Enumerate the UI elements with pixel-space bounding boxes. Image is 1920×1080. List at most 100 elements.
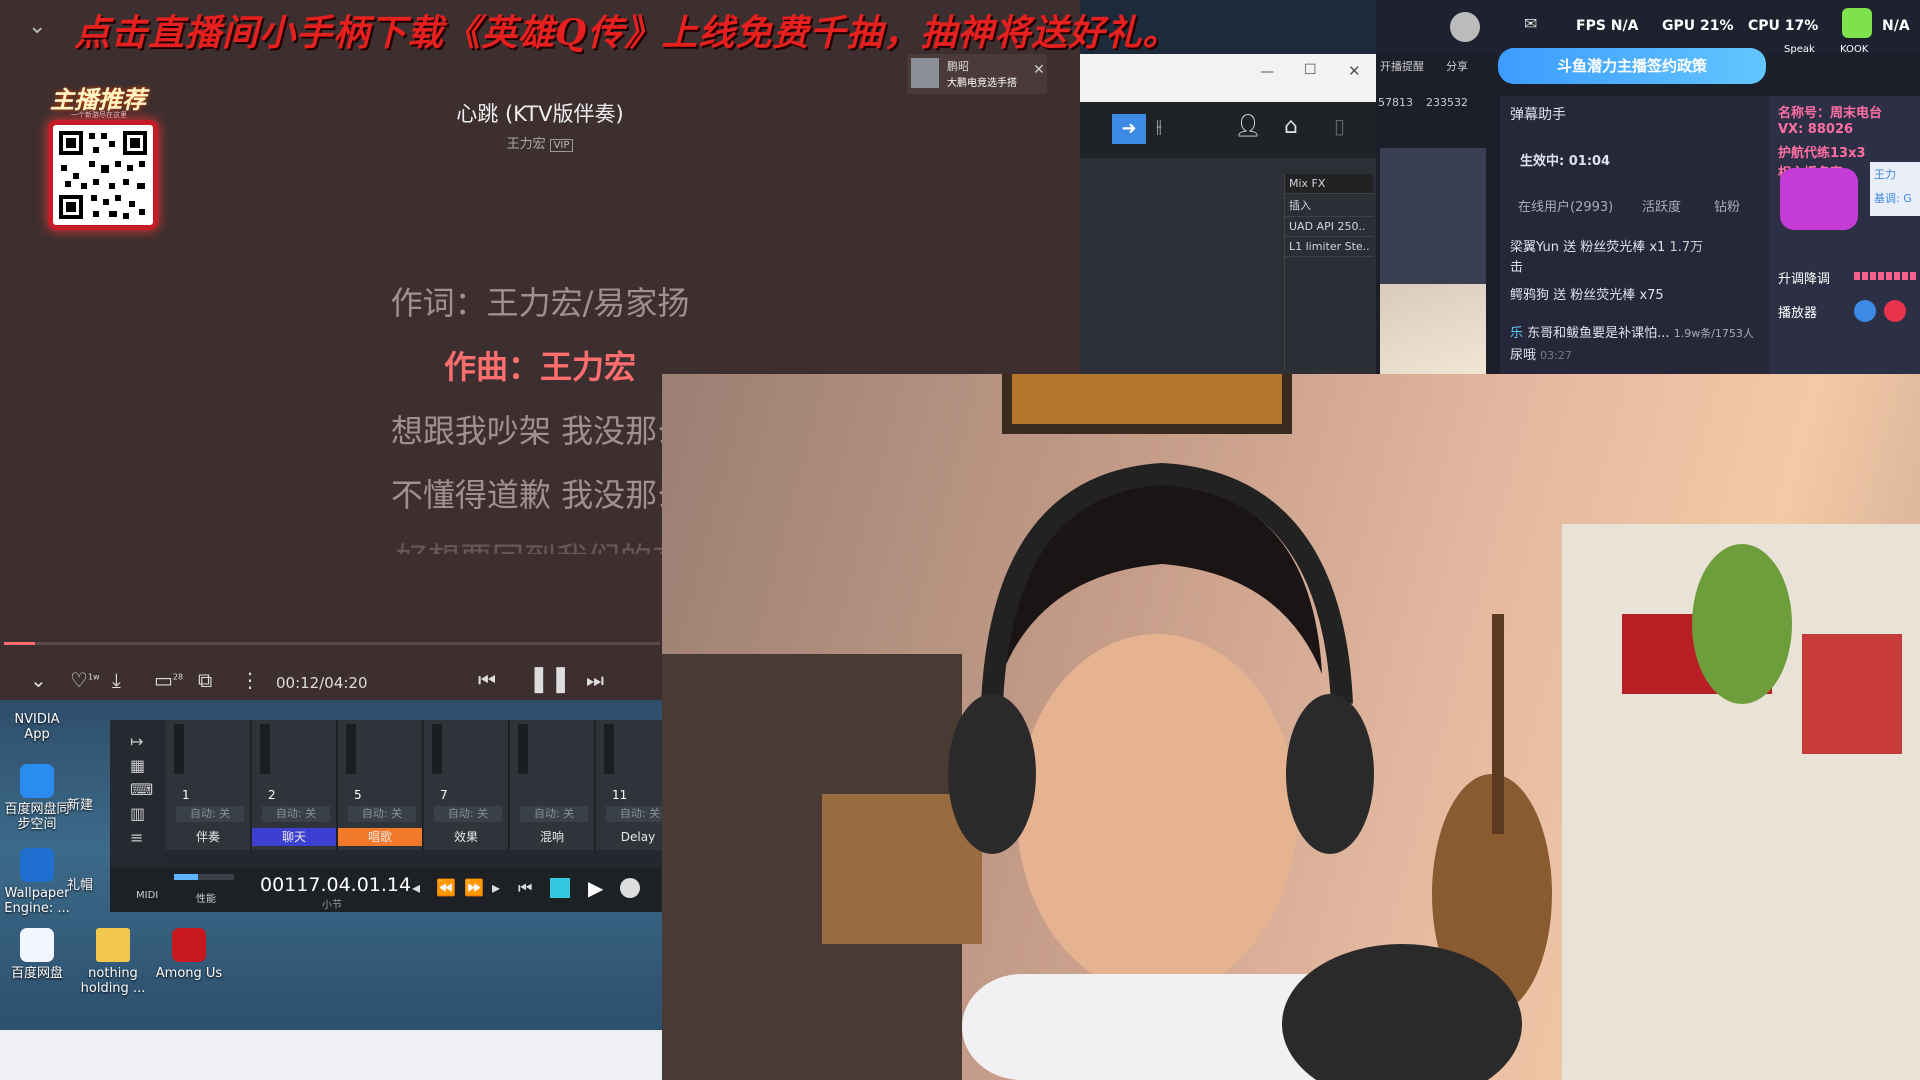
play-icon[interactable]: ▶ (588, 876, 603, 900)
menu-icon[interactable]: ≡ (130, 828, 143, 847)
avatar[interactable] (1450, 12, 1480, 42)
maximize-icon[interactable]: ☐ (1304, 62, 1317, 78)
viewer-count: 57813 (1378, 96, 1413, 109)
remind-button[interactable]: 开播提醒 (1380, 58, 1424, 74)
key-info-box: 王力 基调: G (1870, 162, 1920, 216)
message-icon[interactable]: ✉ (1524, 14, 1537, 33)
kugou-icon[interactable] (1854, 300, 1876, 322)
grid-icon[interactable]: ▦ (130, 756, 145, 775)
close-icon[interactable]: ✕ (1348, 62, 1361, 80)
go-to-start-icon[interactable]: ⏮ (518, 878, 532, 898)
desktop-icon-label: 礼帽 (66, 878, 93, 893)
minimize-icon[interactable]: — (1260, 64, 1274, 80)
user-icon[interactable]: 👤︎ (1234, 114, 1262, 139)
performance-meter (174, 874, 234, 880)
desktop-icon-among-us[interactable]: Among Us (152, 928, 226, 981)
comment-icon[interactable]: ▭28 (154, 668, 183, 692)
fast-forward-icon[interactable]: ⏩ (464, 878, 484, 897)
promo-banner[interactable]: 斗鱼潜力主播签约政策 (1498, 48, 1766, 84)
chat-text: 送 粉丝荧光棒 (1563, 240, 1646, 255)
timecode-unit[interactable]: 小节 (322, 896, 342, 911)
collapse-chevron-icon[interactable]: ⌄ (30, 668, 47, 692)
chat-user[interactable]: 梁翼Yun (1510, 240, 1559, 255)
player-label[interactable]: 播放器 (1778, 302, 1817, 321)
timecode-display[interactable]: 00117.04.01.14 (260, 874, 411, 896)
video-thumbnail-column[interactable] (1380, 148, 1486, 374)
active-timer: 生效中: 01:04 (1520, 154, 1611, 169)
route-icon[interactable]: ↦ (130, 732, 143, 751)
automation-toggle[interactable]: 自动: 关 (176, 806, 244, 822)
channel-number: 2 (268, 788, 276, 802)
stop-icon[interactable] (550, 878, 570, 898)
desktop-icon-new[interactable]: 新建 (60, 798, 100, 813)
keyboard-icon[interactable]: ⌨ (130, 780, 153, 799)
cpu-readout: CPU 17% (1748, 18, 1819, 34)
rewind-icon[interactable]: ⏪ (436, 878, 456, 897)
fx-insert-row[interactable]: 插入 (1285, 194, 1373, 217)
pitch-slider[interactable] (1854, 272, 1916, 280)
chat-text: 送 粉丝荧光棒 (1553, 288, 1636, 303)
home-icon[interactable]: ⌂ (1284, 114, 1298, 139)
fx-slot[interactable]: UAD API 250.. (1285, 217, 1373, 237)
bars-icon[interactable]: ▥ (130, 804, 145, 823)
collapse-chevron-icon[interactable]: ⌄ (28, 14, 46, 39)
desktop-icon-baidu[interactable]: 百度网盘 (0, 928, 74, 981)
pitch-control-label[interactable]: 升调降调 (1778, 268, 1830, 287)
rewind-start-icon[interactable]: ◂ (412, 878, 420, 897)
fx-slot[interactable]: L1 limiter Ste.. (1285, 237, 1373, 257)
mix-fx-panel: Mix FX 插入 UAD API 250.. L1 limiter Ste.. (1284, 174, 1373, 370)
next-track-icon[interactable]: ⏭ (586, 668, 604, 692)
mix-fx-title[interactable]: Mix FX (1285, 174, 1373, 194)
desktop-icon-folder[interactable]: nothing holding ... (76, 928, 150, 996)
playback-time: 00:12/04:20 (276, 674, 368, 692)
record-icon[interactable] (620, 878, 640, 898)
more-dots-icon[interactable]: ⋮ (240, 668, 260, 692)
automation-toggle[interactable]: 自动: 关 (434, 806, 502, 822)
split-icon[interactable]: ⫲ (1156, 116, 1162, 137)
desktop-icon-hat[interactable]: 礼帽 (60, 878, 100, 893)
level-meter (604, 724, 614, 774)
arrow-right-icon[interactable]: ➜ (1112, 114, 1146, 144)
chat-value: 1.7万 (1669, 240, 1704, 255)
app-icon[interactable] (1780, 168, 1858, 230)
taskbar[interactable] (0, 1030, 662, 1080)
channel-label[interactable]: 混响 (510, 828, 594, 846)
midi-label: MIDI (136, 890, 159, 901)
notification-toast[interactable]: 鹏昭 大鹏电竞选手搭 ✕ (907, 54, 1047, 94)
automation-toggle[interactable]: 自动: 关 (262, 806, 330, 822)
diamond-tab[interactable]: 钻粉 (1714, 196, 1740, 215)
online-users-tab[interactable]: 在线用户(2993) (1518, 196, 1613, 215)
share-button[interactable]: 分享 (1446, 58, 1468, 74)
chat-message: 乐 东哥和鲅鱼要是补课怕... 1.9w条/1753人 (1510, 322, 1754, 341)
channel-label[interactable]: 效果 (424, 828, 508, 846)
forward-end-icon[interactable]: ▸ (492, 878, 500, 897)
share-icon[interactable]: ⧉ (198, 668, 212, 692)
like-heart-icon[interactable]: ♡1w (70, 668, 100, 692)
mixer-channel[interactable]: 自动: 关混响 (510, 720, 595, 850)
previous-track-icon[interactable]: ⏮ (478, 668, 496, 692)
netease-icon[interactable] (1884, 300, 1906, 322)
chat-user[interactable]: 乐 (1510, 326, 1523, 341)
channel-label[interactable]: 聊天 (252, 828, 336, 846)
baidu-sync-icon (20, 764, 54, 798)
activity-tab[interactable]: 活跃度 (1642, 196, 1681, 215)
video-thumbnail[interactable] (1380, 284, 1486, 374)
song-artist[interactable]: 王力宏 (507, 137, 546, 152)
mixer-channel[interactable]: 7 自动: 关效果 (424, 720, 509, 850)
automation-toggle[interactable]: 自动: 关 (520, 806, 588, 822)
channel-label[interactable]: 伴奏 (166, 828, 250, 846)
document-icon[interactable]: ▯ (1334, 114, 1345, 138)
level-meter (346, 724, 356, 774)
mixer-channel[interactable]: 2 自动: 关聊天 (252, 720, 337, 850)
pause-icon[interactable]: ❚❚ (528, 664, 572, 694)
desktop-icon-nvidia[interactable]: NVIDIA App (0, 712, 74, 742)
chat-user[interactable]: 鳄鸦狗 (1510, 288, 1549, 303)
close-icon[interactable]: ✕ (1033, 62, 1045, 78)
playback-progress-bar[interactable] (4, 642, 660, 645)
automation-toggle[interactable]: 自动: 关 (348, 806, 416, 822)
kook-icon[interactable] (1842, 8, 1872, 38)
download-icon[interactable]: ⤓ (112, 668, 121, 692)
channel-label[interactable]: 唱歌 (338, 828, 422, 846)
mixer-channel[interactable]: 1 自动: 关伴奏 (166, 720, 251, 850)
mixer-channel[interactable]: 5 自动: 关唱歌 (338, 720, 423, 850)
